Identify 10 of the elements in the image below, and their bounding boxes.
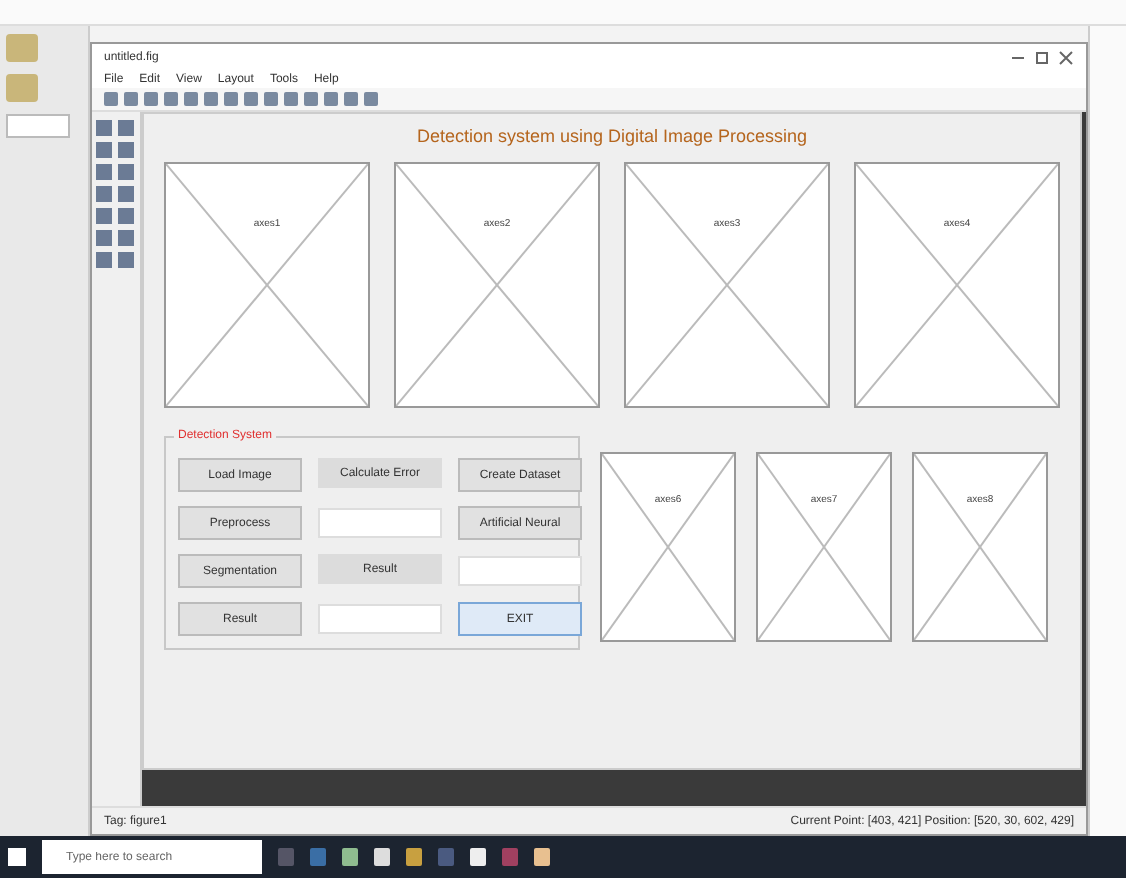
maximize-icon[interactable]: [1034, 50, 1050, 66]
edit-field[interactable]: [318, 508, 442, 538]
close-icon[interactable]: [1058, 50, 1074, 66]
start-icon[interactable]: [8, 848, 26, 866]
path-field[interactable]: [6, 114, 70, 138]
scroll-bar[interactable]: [1082, 112, 1086, 770]
edit-field[interactable]: [318, 604, 442, 634]
figure-title: Detection system using Digital Image Processing: [414, 126, 810, 146]
scroll-bar[interactable]: [142, 770, 1086, 806]
edit-field[interactable]: [458, 556, 582, 586]
